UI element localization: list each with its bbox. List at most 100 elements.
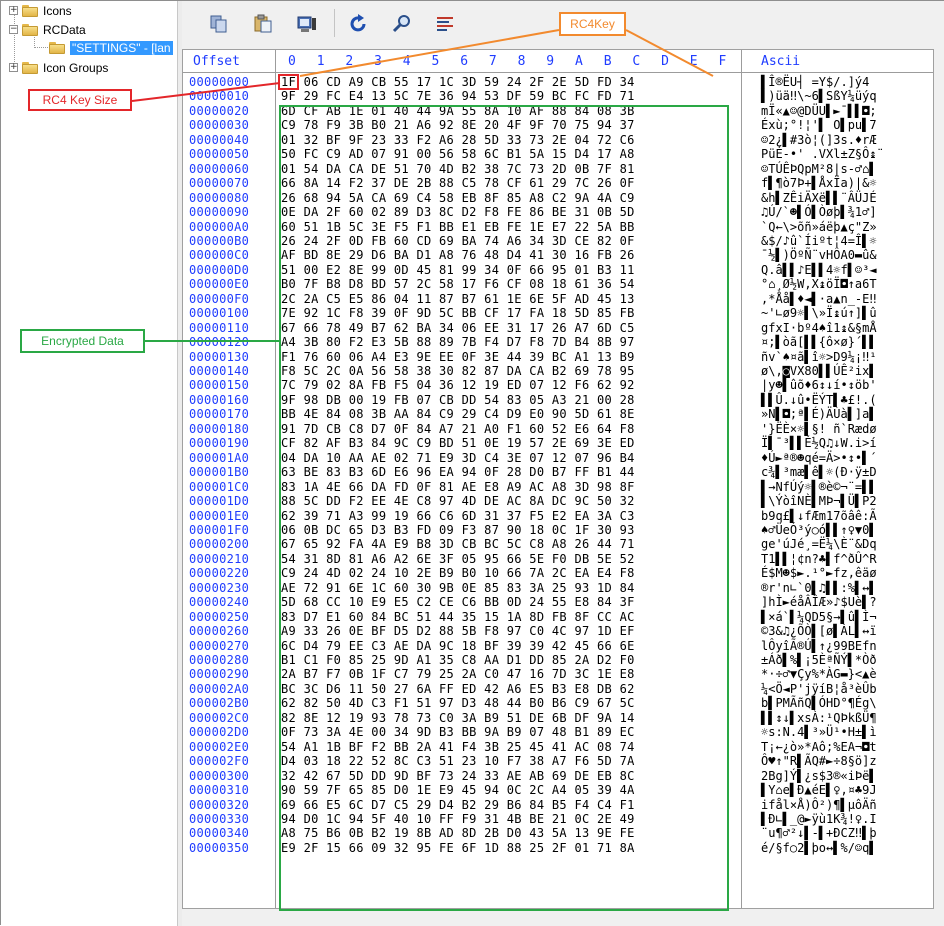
row-offset: 00000070	[189, 176, 250, 191]
row-ascii[interactable]: c¾▌³mæ▌ê▌☼(Ð·ÿ±D	[761, 465, 877, 479]
row-offset: 00000150	[189, 378, 250, 393]
find-button[interactable]	[391, 13, 413, 35]
row-ascii[interactable]: |y☻▌ûõ♦6↕↓í•↕öb'	[761, 378, 877, 392]
row-offset: 000002F0	[189, 754, 250, 769]
row-ascii[interactable]: gfxI·bº4♠î1↨&§mÅ	[761, 321, 877, 335]
column-header: 4	[402, 54, 411, 69]
view-button[interactable]	[296, 13, 318, 35]
row-offset: 00000100	[189, 306, 250, 321]
encrypted-data-label: Encrypted Data	[20, 329, 145, 353]
row-ascii[interactable]: T1▌▌¦¢n?♣▌f^ðÛ^R	[761, 552, 877, 566]
tree-item-icons[interactable]: + Icons	[9, 2, 72, 19]
row-ascii[interactable]: Ï▌¯³▌▌É½Q♫↓W.i>í	[761, 436, 877, 450]
row-ascii[interactable]: ▌)üä‼\~6▌SßY¼üýq	[761, 89, 877, 103]
row-ascii[interactable]: ▌\ÝòîNÈ▌MÞ¬▌Ü▌P2	[761, 494, 877, 508]
row-ascii[interactable]: b9q£▌↓fÆm17õâê:Ã	[761, 509, 877, 523]
row-ascii[interactable]: ▌×á`▌¼QD5§→▌û▌Ì¬	[761, 610, 877, 624]
tree-item-settings[interactable]: "SETTINGS" - [lan	[49, 39, 173, 56]
encrypted-data-highlight	[279, 105, 729, 911]
row-offset: 000001F0	[189, 522, 250, 537]
redo-button[interactable]	[348, 13, 370, 35]
row-offset: 00000280	[189, 653, 250, 667]
row-ascii[interactable]: T¡←¿ò»*Aô;%EA¬◘t	[761, 740, 877, 754]
row-ascii[interactable]: ♠♂ÜeÓ³ý○ó▌▌↑♀▼0▌	[761, 523, 877, 537]
row-ascii[interactable]: ¨u¶♂²↓▌-▌+ÐCZ‼▌þ	[761, 826, 877, 840]
resource-icon	[49, 41, 66, 54]
column-header: D	[661, 54, 669, 69]
row-ascii[interactable]: É$M☻$►.¹°►fz,êäø	[761, 566, 877, 580]
row-ascii[interactable]: *·÷♂▼Çy%*ÀG▬}<▲è	[761, 667, 877, 681]
row-ascii[interactable]: ¯½▌)ÖºÑ¨vHÔA0▬û&	[761, 248, 877, 262]
row-ascii[interactable]: ifål×Å)Ô²)¶▌µôÄñ	[761, 798, 877, 812]
row-ascii[interactable]: ▌Ð∟▌_@►ÿù1K¾!♀.I	[761, 812, 877, 826]
row-offset: 000002D0	[189, 725, 250, 740]
row-ascii[interactable]: mÏ«▲☺@DÜU▌►¯▌▌◘;	[761, 104, 877, 118]
row-ascii[interactable]: &$/♪û`Íiºt¦4=Î▌☼	[761, 234, 877, 248]
row-ascii[interactable]: ©3&♫¿ÕÒ▌[ø▌ÀL▌↔ï	[761, 624, 877, 638]
row-ascii[interactable]: ▌→NfÚý☼▌®è©¬¨=▌▌	[761, 480, 877, 494]
row-ascii[interactable]: Q.â▌▌♪E▌▌4☼f▌☺³◄	[761, 263, 877, 277]
row-ascii[interactable]: °⌂¸Ø½W,X↨öÏ◘↑a6T	[761, 277, 877, 291]
row-ascii[interactable]: 2Bg]Ý▌¿s$3®«iÞë▌	[761, 769, 877, 783]
column-header: 1	[316, 54, 325, 69]
row-offset: 000000D0	[189, 262, 250, 277]
copy-button[interactable]	[208, 13, 230, 35]
row-ascii[interactable]: PüÉ-•' .VXl±Z§Ô↨¨	[761, 147, 884, 161]
expand-icon[interactable]: +	[9, 63, 18, 72]
row-offset: 000002A0	[189, 681, 250, 696]
row-ascii[interactable]: ☼s:N.4▌³»Ü¹•H±▌ì	[761, 725, 877, 739]
row-offset: 00000220	[189, 566, 250, 581]
row-ascii[interactable]: ®r'n∟`0▌♫▌▌:%▌↔▌	[761, 581, 877, 595]
column-header: F	[718, 54, 727, 69]
row-ascii[interactable]: lÔyîÃ®Ú▌↑¿99BEfn	[761, 639, 877, 653]
row-offset: 00000080	[189, 190, 250, 205]
collapse-icon[interactable]: −	[9, 25, 18, 34]
row-ascii[interactable]: &h▌ZÊiÄXë▌▌¨ÂÜJÉ	[761, 191, 877, 205]
folder-icon	[22, 4, 39, 17]
tree-item-label: "SETTINGS" - [lan	[70, 40, 173, 55]
row-ascii[interactable]: ☺TÚÊÞQpM²8|s-♂⌂▌	[761, 162, 877, 176]
row-ascii[interactable]: ♦Ú►ª®☻qé=Ä>•↕•▌´	[761, 451, 877, 465]
row-ascii[interactable]: ±Áð▌%▌¡5ÈªÑÝ▌*Òð	[761, 653, 877, 667]
row-ascii[interactable]: »N▌◘;ª▌É)ÄÙà▌]a▌	[761, 407, 877, 421]
row-ascii[interactable]: ge'úJé¸=Ë¼\È¨&Dq	[761, 537, 877, 551]
toolbar-separator	[334, 9, 335, 37]
row-ascii[interactable]: '}ËÈ×☼▌§! ñ`Rædø	[761, 422, 877, 436]
row-ascii[interactable]: Éxù;°!¦'▌ O▌pu▌7	[761, 118, 877, 132]
row-offset: 00000160	[189, 392, 250, 407]
row-ascii[interactable]: f▌¶ò7Þ+▌ÅxÏa)|&☼	[761, 176, 877, 190]
row-ascii[interactable]: ñv`♠¤ã▌î☼>D9¼¡‼¹	[761, 350, 877, 364]
hex-settings-button[interactable]	[434, 13, 456, 35]
row-ascii[interactable]: é/§f○2▌þo↔▌%/☺q▌	[761, 841, 877, 855]
hex-row[interactable]: 00000010 9F 29 FC E4 13 5C 7E 36 94 53 DF…	[183, 89, 933, 103]
row-ascii[interactable]: ▌Î®ËU┤ =Y$/.]ý4	[761, 75, 869, 89]
row-ascii[interactable]: ,*Åå▌♦◄▌·a▲n_-E‼	[761, 292, 877, 306]
row-ascii[interactable]: ▌Y⌂e▌Ð▲éE▌♀,¤♣9J	[761, 783, 877, 797]
rc4-key-label: RC4Key	[559, 12, 626, 36]
row-ascii[interactable]: ¤;▌òã[▌▌{ô×ø}´▌▌	[761, 335, 877, 349]
row-offset: 00000320	[189, 797, 250, 812]
row-ascii[interactable]: ø\,◙VX80▌▌ÚÊ²ix▌	[761, 364, 877, 378]
tree-item-icon-groups[interactable]: + Icon Groups	[9, 59, 108, 76]
row-ascii[interactable]: ♫Ú/`☻▌Ó▌Òøþ▌¾1♂]	[761, 205, 877, 219]
row-ascii[interactable]: Ô♥↑"R▌ÃQ#►÷8§ö]z	[761, 754, 877, 768]
row-offset: 00000180	[189, 421, 250, 436]
row-bytes[interactable]: 1F 06 CD A9 CB 55 17 1C 3D 59 24 2F 2E 5…	[281, 75, 635, 89]
row-ascii[interactable]: ☺2¿▌#3ò¦(]3s.♦rÆ	[761, 133, 877, 147]
row-ascii[interactable]: ]hÌ►éåÂÎÆ»♪$Uè▌?	[761, 595, 877, 609]
row-ascii[interactable]: ¼<Ö◄P'jÿíB¦å³èÛb	[761, 682, 877, 696]
paste-button[interactable]	[252, 13, 274, 35]
expand-icon[interactable]: +	[9, 6, 18, 15]
row-ascii[interactable]: ~'∟ø9☼▌\»Ï↨ú↑]▌û	[761, 306, 877, 320]
row-bytes[interactable]: 9F 29 FC E4 13 5C 7E 36 94 53 DF 59 BC F…	[281, 89, 635, 103]
row-offset: 00000190	[189, 436, 250, 451]
row-ascii[interactable]: `Q←\>õñ»áëþ▲ç"Z»	[761, 220, 877, 234]
tree-item-rcdata[interactable]: − RCData	[9, 21, 86, 38]
row-ascii[interactable]: b▌PMÃñQ▌ÓHD°¶Ég\	[761, 696, 877, 710]
column-header: E	[689, 54, 698, 69]
row-offset: 000001B0	[189, 465, 250, 480]
row-offset: 000000C0	[189, 248, 250, 263]
row-ascii[interactable]: ▌▌Û.↓û•ËÝT▌♣£!.(	[761, 393, 877, 407]
row-ascii[interactable]: ▌▌↕↓▌xsÀ:¹QÞkßÜ¶	[761, 711, 877, 725]
resource-tree: + Icons − RCData "SETTINGS" - [lan + Ico…	[1, 1, 178, 926]
